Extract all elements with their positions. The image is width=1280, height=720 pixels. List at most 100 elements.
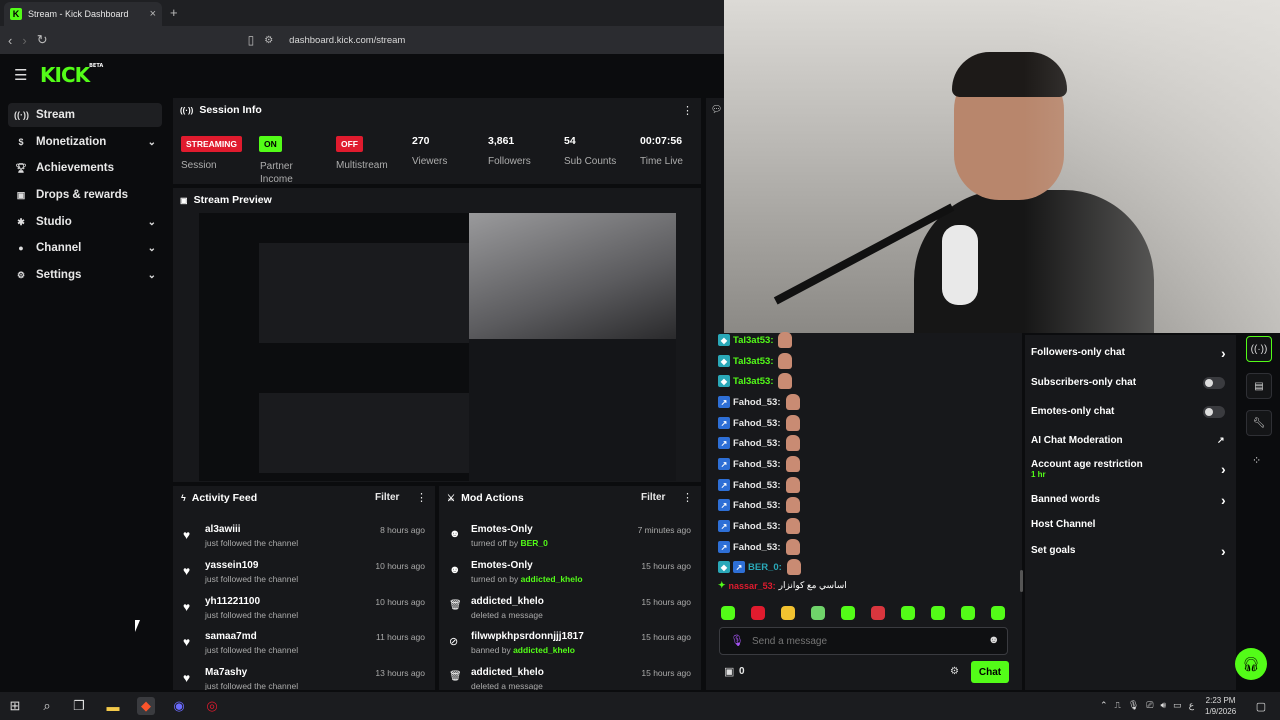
account-age-row[interactable]: Account age restriction 1 hr › — [1031, 459, 1229, 479]
search-icon[interactable]: ⌕ — [38, 697, 56, 715]
chat-username[interactable]: BER_0: — [748, 562, 782, 573]
mod-action-user[interactable]: addicted_khelo — [513, 645, 575, 655]
kebab-menu-icon[interactable]: ⋮ — [682, 491, 693, 504]
chat-message[interactable]: ◆ Tal3at53: — [718, 373, 793, 389]
emote-icon[interactable] — [991, 606, 1005, 620]
volume-icon[interactable]: 🔊︎ — [1161, 700, 1167, 711]
emote-icon[interactable] — [961, 606, 975, 620]
chat-message[interactable]: ↗ Fahod_53: — [718, 477, 800, 493]
chat-scrollbar[interactable] — [1020, 570, 1023, 592]
chat-username[interactable]: Tal3at53: — [733, 356, 773, 367]
tab-close-icon[interactable]: × — [150, 8, 156, 20]
back-icon[interactable]: ‹ — [8, 33, 12, 48]
kebab-menu-icon[interactable]: ⋮ — [682, 104, 693, 117]
emote-icon[interactable] — [901, 606, 915, 620]
clock[interactable]: 2:23 PM 1/9/2026 — [1205, 695, 1236, 717]
sidebar-item-stream[interactable]: ((·)) Stream — [8, 103, 162, 127]
forward-icon[interactable]: › — [22, 33, 26, 48]
sidebar-item-studio[interactable]: ✱ Studio ⌄ — [8, 210, 162, 234]
host-channel-row[interactable]: Host Channel — [1031, 519, 1229, 530]
banned-words-row[interactable]: Banned words › — [1031, 492, 1229, 508]
emote-icon[interactable] — [781, 606, 795, 620]
chat-settings-icon[interactable]: ⚙ — [950, 666, 959, 677]
mod-filter-button[interactable]: Filter — [641, 492, 665, 503]
support-headset-icon[interactable]: 🎧︎ — [1235, 648, 1267, 680]
emoji-icon[interactable]: ☻ — [988, 634, 1000, 646]
sidebar-item-monetization[interactable]: $ Monetization ⌄ — [8, 130, 162, 154]
obs-icon[interactable]: ◎ — [203, 697, 221, 715]
kebab-menu-icon[interactable]: ⋮ — [416, 491, 427, 504]
brave-browser-icon[interactable]: ◆ — [137, 697, 155, 715]
kick-logo[interactable]: KICKBETA — [40, 63, 103, 87]
new-tab-button[interactable]: + — [170, 5, 178, 20]
chat-message[interactable]: ↗ Fahod_53: — [718, 435, 800, 451]
chat-username[interactable]: Fahod_53: — [733, 459, 781, 470]
mod-action-item[interactable]: 🗑︎ addicted_khelo deleted a message 15 h… — [439, 594, 701, 630]
emote-icon[interactable] — [721, 606, 735, 620]
chat-message[interactable]: ↗ Fahod_53: — [718, 456, 800, 472]
chat-send-button[interactable]: Chat — [971, 661, 1009, 683]
language-indicator[interactable]: ع — [1189, 700, 1194, 711]
chat-username[interactable]: Tal3at53: — [733, 335, 773, 346]
microphone-icon[interactable]: 🎙︎ — [730, 634, 744, 647]
emote-icon[interactable] — [871, 606, 885, 620]
sidebar-item-settings[interactable]: ⚙ Settings ⌄ — [8, 263, 162, 287]
sidebar-item-channel[interactable]: ● Channel ⌄ — [8, 236, 162, 260]
file-explorer-icon[interactable]: ▬ — [104, 697, 122, 715]
site-info-icon[interactable]: ⚙ — [264, 35, 273, 46]
activity-item[interactable]: ♥ yh11221100 just followed the channel 1… — [173, 594, 435, 630]
chat-username[interactable]: Fahod_53: — [733, 480, 781, 491]
network-icon[interactable]: ⎚ — [1146, 700, 1153, 711]
bookmark-icon[interactable]: ▯ — [248, 33, 255, 47]
set-goals-row[interactable]: Set goals › — [1031, 543, 1229, 559]
chat-message[interactable]: ↗ Fahod_53: — [718, 415, 800, 431]
chat-message[interactable]: ◆ Tal3at53: — [718, 332, 793, 348]
chat-message[interactable]: ↗ Fahod_53: — [718, 497, 800, 513]
chat-message[interactable]: ✦ nassar_53: اساسي مع كوانزار — [718, 580, 847, 591]
points-icon[interactable]: ▣ — [724, 665, 734, 678]
chat-username[interactable]: Fahod_53: — [733, 542, 781, 553]
reload-icon[interactable]: ↻ — [37, 32, 48, 48]
emote-icon[interactable] — [751, 606, 765, 620]
ai-moderation-row[interactable]: AI Chat Moderation ↗ — [1031, 435, 1229, 446]
mod-action-user[interactable]: BER_0 — [520, 538, 547, 548]
chat-message[interactable]: ◆ Tal3at53: — [718, 353, 793, 369]
chat-input[interactable] — [752, 632, 972, 650]
stream-preview-video[interactable] — [199, 213, 676, 481]
browser-tab[interactable]: K Stream - Kick Dashboard × — [4, 2, 162, 26]
chat-username[interactable]: Fahod_53: — [733, 521, 781, 532]
chat-message[interactable]: ◆ ↗ BER_0: — [718, 559, 801, 575]
chat-message[interactable]: ↗ Fahod_53: — [718, 518, 800, 534]
chat-username[interactable]: Fahod_53: — [733, 397, 781, 408]
mod-action-user[interactable]: addicted_khelo — [521, 574, 583, 584]
task-view-icon[interactable]: ❐ — [70, 697, 88, 715]
activity-item[interactable]: ♥ Ma7ashy just followed the channel 13 h… — [173, 665, 435, 690]
emote-icon[interactable] — [931, 606, 945, 620]
chat-username[interactable]: Fahod_53: — [733, 500, 781, 511]
mod-action-item[interactable]: ⊘ filwwpkhpsrdonnjjj1817 banned by addic… — [439, 629, 701, 665]
sidebar-item-achievements[interactable]: 🏆︎ Achievements — [8, 156, 162, 180]
menu-icon[interactable]: ☰ — [14, 66, 27, 84]
notification-icon[interactable]: ▢ — [1252, 697, 1270, 715]
dots-icon[interactable]: ⁘ — [1252, 454, 1261, 467]
activity-item[interactable]: ♥ samaa7md just followed the channel 11 … — [173, 629, 435, 665]
chevron-up-icon[interactable]: ⌃ — [1100, 700, 1108, 711]
mod-action-item[interactable]: ☻ Emotes-Only turned on by addicted_khel… — [439, 558, 701, 594]
broadcast-icon[interactable]: ((·)) — [1246, 336, 1272, 362]
mod-action-item[interactable]: ☻ Emotes-Only turned off by BER_0 7 minu… — [439, 522, 701, 558]
chat-message[interactable]: ↗ Fahod_53: — [718, 394, 800, 410]
card-icon[interactable]: ▤ — [1246, 373, 1272, 399]
chat-username[interactable]: Fahod_53: — [733, 418, 781, 429]
mod-action-item[interactable]: 🗑︎ addicted_khelo deleted a message 15 h… — [439, 665, 701, 690]
battery-icon[interactable]: ▭ — [1173, 700, 1182, 711]
activity-item[interactable]: ♥ al3awiii just followed the channel 8 h… — [173, 522, 435, 558]
chat-message[interactable]: ↗ Fahod_53: — [718, 539, 800, 555]
usb-icon[interactable]: ⎍ — [1115, 700, 1121, 711]
chat-username[interactable]: nassar_53: — [729, 581, 776, 591]
wrench-icon[interactable]: 🔧︎ — [1246, 410, 1272, 436]
mic-tray-icon[interactable]: 🎙︎ — [1128, 700, 1139, 711]
windows-start-icon[interactable]: ⊞ — [6, 697, 24, 715]
discord-icon[interactable]: ◉ — [170, 697, 188, 715]
emote-icon[interactable] — [841, 606, 855, 620]
chat-username[interactable]: Tal3at53: — [733, 376, 773, 387]
